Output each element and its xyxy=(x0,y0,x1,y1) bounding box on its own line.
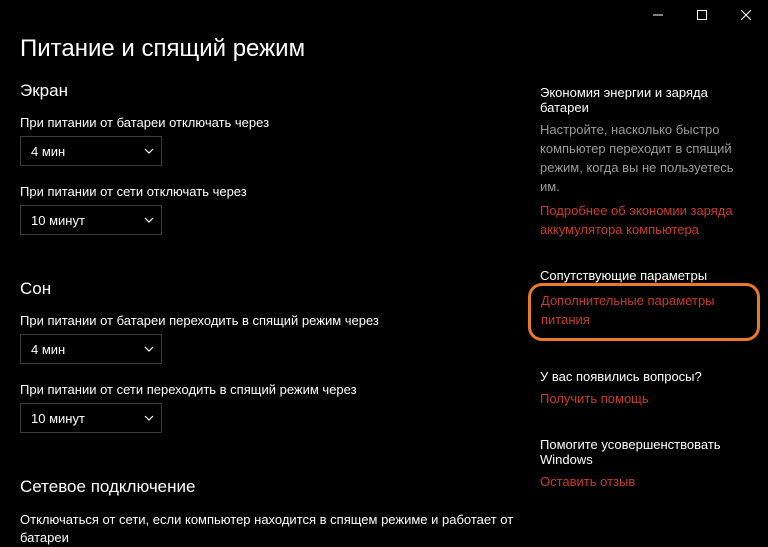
section-network-title: Сетевое подключение xyxy=(20,477,520,497)
section-screen-title: Экран xyxy=(20,81,520,101)
battery-saver-title: Экономия энергии и заряда батареи xyxy=(540,85,748,115)
titlebar xyxy=(0,0,768,30)
chevron-down-icon xyxy=(143,214,155,226)
additional-power-link[interactable]: Дополнительные параметры питания xyxy=(541,292,747,330)
network-desc: Отключаться от сети, если компьютер нахо… xyxy=(20,511,520,547)
get-help-link[interactable]: Получить помощь xyxy=(540,390,748,409)
side-panel: Экономия энергии и заряда батареи Настро… xyxy=(540,30,748,547)
sleep-plugged-value: 10 минут xyxy=(31,411,85,426)
sleep-battery-label: При питании от батареи переходить в спящ… xyxy=(20,313,520,328)
maximize-icon xyxy=(697,10,707,20)
chevron-down-icon xyxy=(143,412,155,424)
close-icon xyxy=(741,10,751,20)
feedback-block: Помогите усовершенствовать Windows Остав… xyxy=(540,437,748,492)
related-block: Сопутствующие параметры Дополнительные п… xyxy=(540,268,748,341)
help-title: У вас появились вопросы? xyxy=(540,369,748,384)
page-title: Питание и спящий режим xyxy=(20,35,520,63)
main-content: Питание и спящий режим Экран При питании… xyxy=(20,30,540,547)
screen-plugged-select[interactable]: 10 минут xyxy=(20,205,162,235)
screen-plugged-value: 10 минут xyxy=(31,213,85,228)
battery-saver-block: Экономия энергии и заряда батареи Настро… xyxy=(540,85,748,240)
battery-saver-link[interactable]: Подробнее об экономии заряда аккумулятор… xyxy=(540,202,748,240)
minimize-button[interactable] xyxy=(636,0,680,30)
sleep-plugged-select[interactable]: 10 минут xyxy=(20,403,162,433)
screen-battery-label: При питании от батареи отключать через xyxy=(20,115,520,130)
feedback-link[interactable]: Оставить отзыв xyxy=(540,473,748,492)
sleep-battery-value: 4 мин xyxy=(31,342,65,357)
maximize-button[interactable] xyxy=(680,0,724,30)
chevron-down-icon xyxy=(143,343,155,355)
chevron-down-icon xyxy=(143,145,155,157)
section-sleep-title: Сон xyxy=(20,279,520,299)
screen-battery-value: 4 мин xyxy=(31,144,65,159)
feedback-title: Помогите усовершенствовать Windows xyxy=(540,437,748,467)
sleep-plugged-label: При питании от сети переходить в спящий … xyxy=(20,382,520,397)
screen-plugged-label: При питании от сети отключать через xyxy=(20,184,520,199)
close-button[interactable] xyxy=(724,0,768,30)
related-highlight: Дополнительные параметры питания xyxy=(528,283,760,341)
battery-saver-text: Настройте, насколько быстро компьютер пе… xyxy=(540,121,748,196)
minimize-icon xyxy=(653,10,663,20)
sleep-battery-select[interactable]: 4 мин xyxy=(20,334,162,364)
help-block: У вас появились вопросы? Получить помощь xyxy=(540,369,748,409)
screen-battery-select[interactable]: 4 мин xyxy=(20,136,162,166)
related-title: Сопутствующие параметры xyxy=(540,268,748,283)
